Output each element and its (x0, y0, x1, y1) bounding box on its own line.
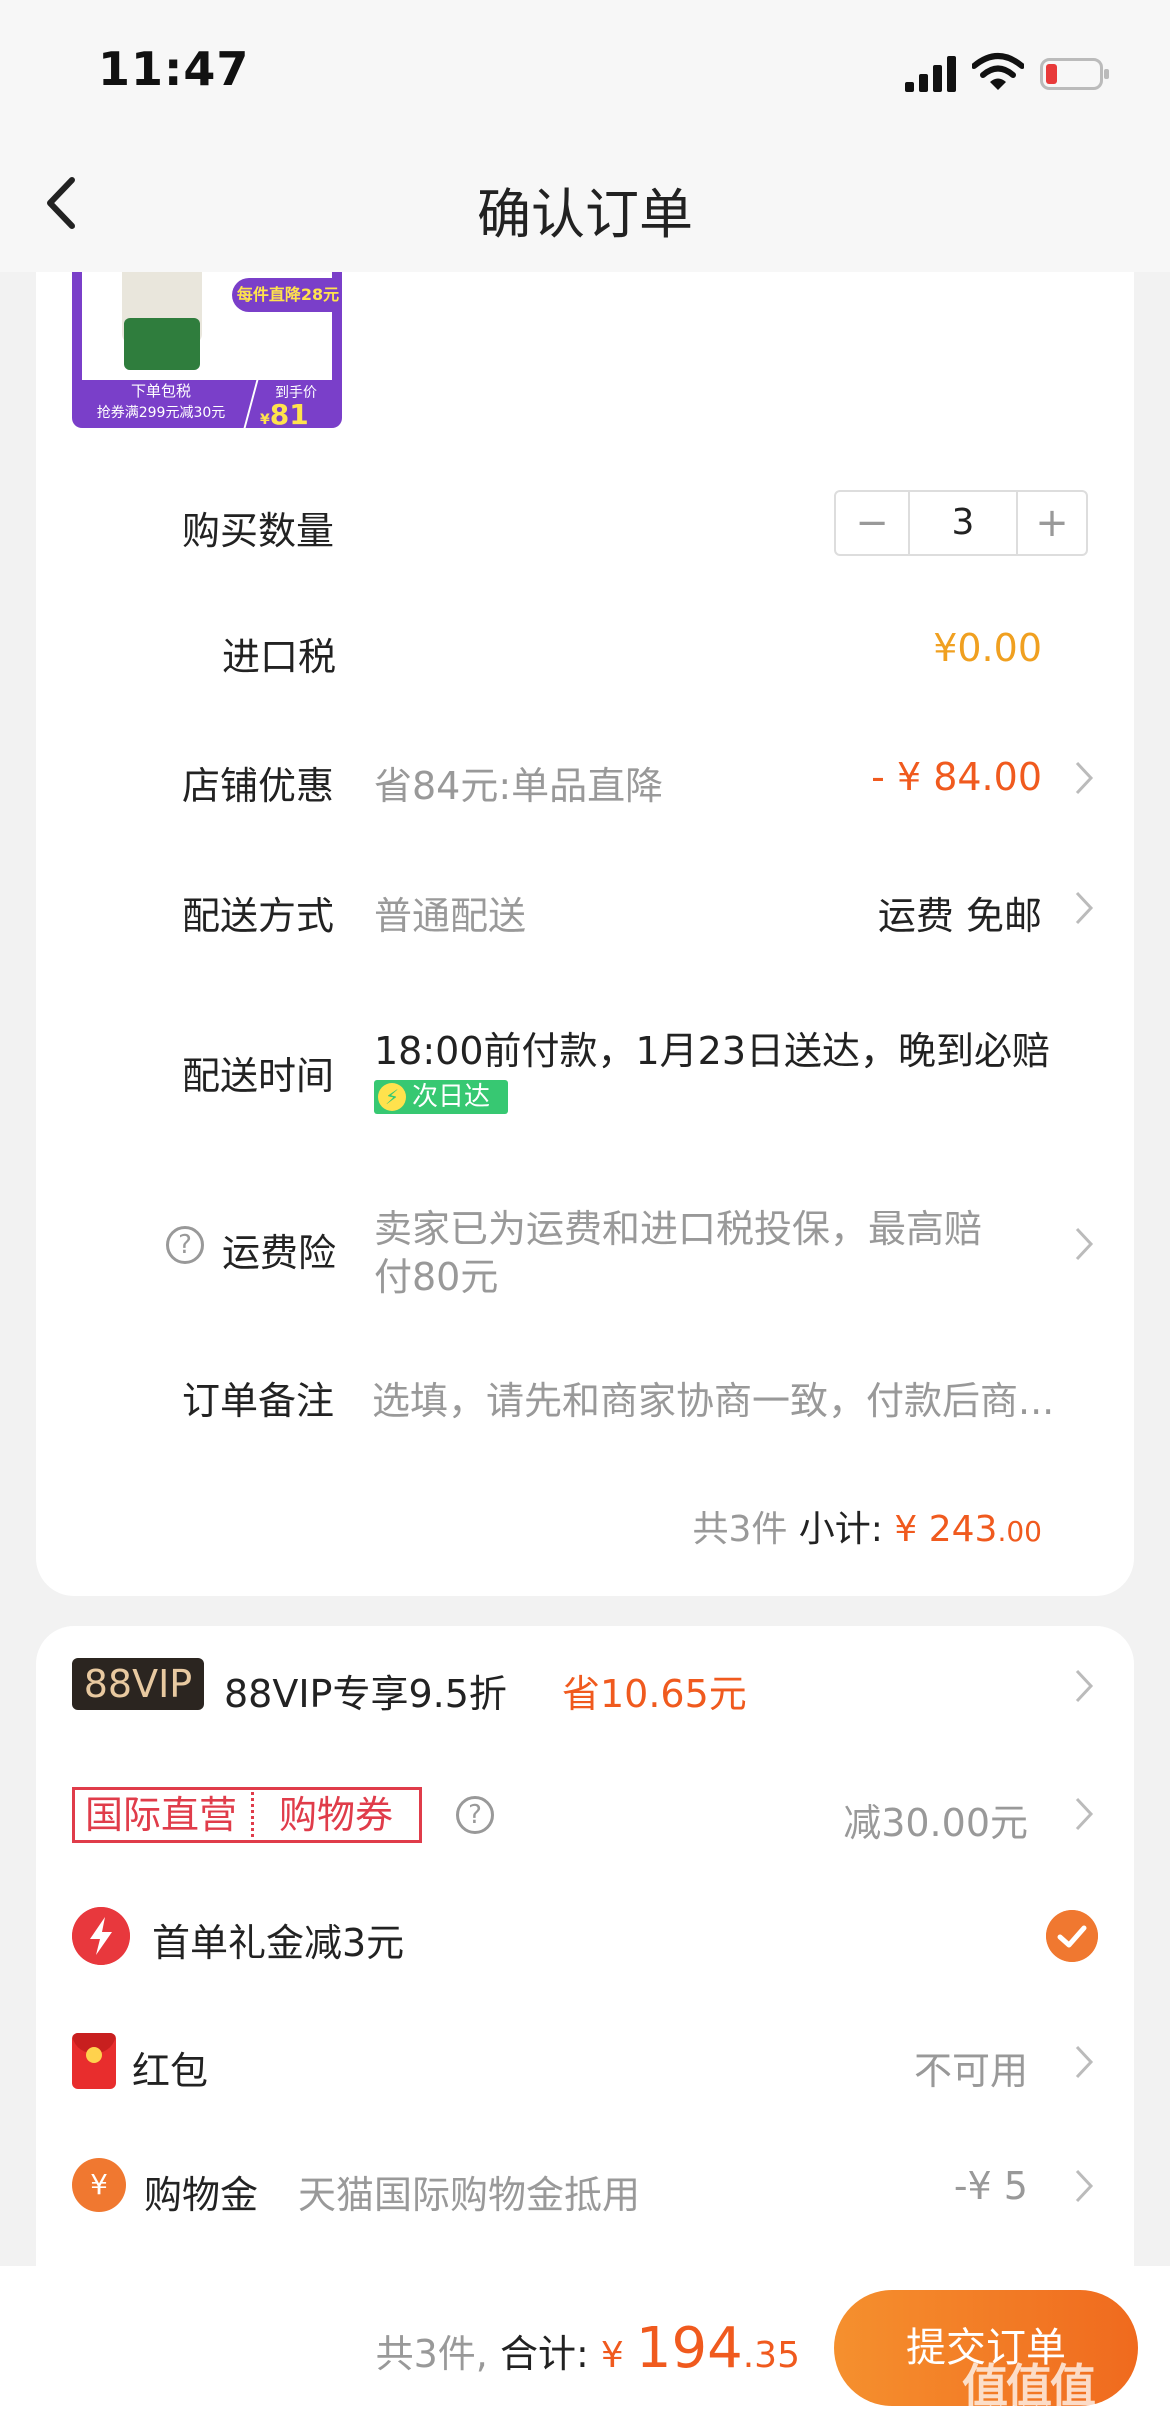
subtotal: 共3件 小计: ¥ 243.00 (692, 1500, 1042, 1552)
help-icon[interactable]: ? (456, 1796, 494, 1834)
product-price-currency: ¥ (260, 412, 270, 428)
total-currency: ¥ (600, 2335, 624, 2376)
shopping-gold-label: 购物金 (144, 2173, 259, 2217)
shipping-insurance-desc-line1[interactable]: 卖家已为运费和进口税投保，最高赔 (374, 1198, 982, 1253)
quantity-minus-button[interactable]: − (836, 492, 908, 554)
chevron-right-icon[interactable] (1074, 1668, 1094, 1704)
quantity-label: 购买数量 (182, 509, 335, 553)
total-decimals: .35 (742, 2335, 800, 2376)
money-bag-icon: ¥ (72, 2158, 126, 2212)
order-note-label: 订单备注 (182, 1379, 335, 1423)
shipping-insurance-label: 运费险 (222, 1231, 337, 1275)
shopping-gold-value[interactable]: -¥ 5 (954, 2164, 1028, 2208)
88vip-badge: 88VIP (72, 1658, 204, 1710)
next-day-badge: ⚡ 次日达 (374, 1080, 508, 1114)
intl-coupon-value[interactable]: 减30.00元 (843, 1792, 1028, 1847)
cellular-signal-icon (905, 56, 956, 92)
chevron-right-icon[interactable] (1074, 890, 1094, 926)
subtotal-label: 小计: (798, 1509, 883, 1550)
subtotal-count: 共3件 (692, 1509, 788, 1550)
checkmark-icon[interactable] (1046, 1910, 1098, 1962)
red-packet-seal (86, 2047, 102, 2063)
store-discount-desc[interactable]: 省84元:单品直降 (374, 755, 663, 810)
red-packet-value[interactable]: 不可用 (914, 2040, 1028, 2095)
shipping-method-desc[interactable]: 普通配送 (374, 885, 526, 940)
shopping-gold-desc[interactable]: 天猫国际购物金抵用 (298, 2164, 640, 2219)
import-tax-label: 进口税 (222, 635, 337, 679)
delivery-time-label: 配送时间 (182, 1054, 335, 1098)
red-packet-icon (72, 2033, 116, 2089)
battery-low-icon (1040, 58, 1109, 90)
subtotal-currency: ¥ (894, 1509, 918, 1550)
store-discount-label: 店铺优惠 (182, 764, 335, 808)
shipping-fee-value[interactable]: 运费 免邮 (878, 885, 1042, 940)
shipping-method-label: 配送方式 (182, 894, 335, 938)
first-order-label: 首单礼金减3元 (152, 1921, 405, 1965)
vip-save-value: 省10.65元 (562, 1672, 747, 1716)
total-amount: 194 (635, 2316, 743, 2381)
wifi-icon (972, 53, 1024, 90)
lightning-icon: ⚡ (378, 1083, 406, 1111)
delivery-time-desc: 18:00前付款，1月23日送达，晚到必赔 (374, 1029, 1051, 1073)
import-tax-value: ¥0.00 (933, 626, 1042, 670)
watermark-url: zhizhizhi.com (980, 2402, 1089, 2421)
product-coupon-note: 抢券满299元减30元 (96, 405, 226, 421)
chevron-right-icon[interactable] (1074, 2168, 1094, 2204)
order-total: 共3件, 合计: ¥ 194.35 (376, 2316, 800, 2381)
intl-coupon-badge[interactable]: 国际直营 购物券 (72, 1787, 422, 1843)
chevron-right-icon[interactable] (1074, 760, 1094, 796)
subtotal-amount: ¥ 243.00 (894, 1509, 1042, 1550)
product-price-value: 81 (269, 398, 309, 428)
intl-coupon-divider (251, 1787, 254, 1843)
shipping-insurance-desc-line2[interactable]: 付80元 (374, 1246, 498, 1301)
product-promo-tag: 每件直降28元 (232, 278, 342, 312)
chevron-right-icon[interactable] (1074, 1796, 1094, 1832)
product-tax-note: 下单包税 (130, 382, 191, 400)
chevron-right-icon[interactable] (1074, 1226, 1094, 1262)
next-day-label: 次日达 (412, 1082, 491, 1112)
product-price: ¥81 (260, 398, 309, 428)
product-package-picture (124, 318, 200, 370)
quantity-plus-button[interactable]: + (1016, 492, 1088, 554)
order-note-input[interactable]: 选填，请先和商家协商一致，付款后商... (372, 1370, 1054, 1425)
quantity-value[interactable]: 3 (908, 492, 1018, 554)
status-time: 11:47 (98, 42, 250, 96)
intl-coupon-badge-left: 国际直营 (85, 1793, 238, 1837)
subtotal-integer: 243 (928, 1509, 998, 1550)
vip-discount-label[interactable]: 88VIP专享9.5折 (224, 1663, 507, 1718)
total-label: 合计: (499, 2332, 589, 2376)
lightning-icon (72, 1907, 130, 1965)
red-packet-label: 红包 (132, 2049, 209, 2093)
help-icon[interactable]: ? (166, 1226, 204, 1264)
product-image[interactable]: 每件直降28元 下单包税 抢券满299元减30元 到手价 ¥81 (72, 272, 342, 428)
total-count: 共3件, (375, 2332, 488, 2376)
page-title: 确认订单 (477, 183, 693, 246)
intl-coupon-badge-right: 购物券 (279, 1793, 394, 1837)
subtotal-decimals: .00 (997, 1515, 1042, 1548)
store-discount-value[interactable]: - ¥ 84.00 (871, 755, 1042, 799)
quantity-stepper[interactable]: − 3 + (834, 490, 1088, 556)
chevron-right-icon[interactable] (1074, 2044, 1094, 2080)
